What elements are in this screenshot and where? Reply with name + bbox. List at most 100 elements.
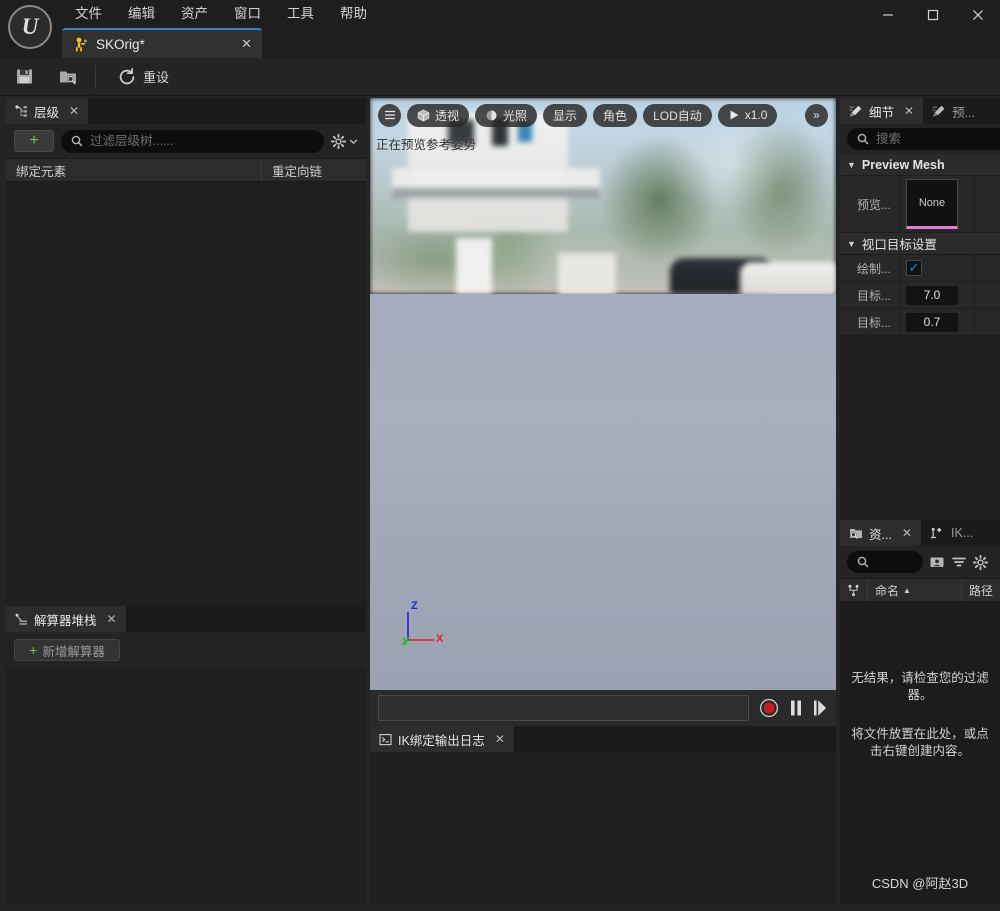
menu-file[interactable]: 文件 [62,1,115,27]
ik-log-tab-row: IK绑定输出日志 ✕ [370,726,836,752]
column-type-icon[interactable] [840,579,867,601]
tab-asset-browser[interactable]: 资... ✕ [840,520,921,546]
column-bind-element[interactable]: 绑定元素 [6,159,261,181]
details-search-row [840,124,1000,154]
asset-search-box[interactable] [847,551,1000,573]
draw-checkbox[interactable]: ✓ [906,260,922,276]
triangle-down-icon: ▼ [847,159,856,170]
step-forward-button[interactable] [813,699,828,717]
menu-tools[interactable]: 工具 [274,1,327,27]
unreal-logo-icon[interactable]: U [8,5,52,49]
reset-refresh-icon [117,67,137,87]
tab-solver-stack[interactable]: 解算器堆栈 ✕ [6,606,126,632]
menu-help[interactable]: 帮助 [327,1,380,27]
details-search-input[interactable] [876,132,1000,146]
viewport-show-button[interactable]: 显示 [543,103,588,127]
asset-browser-empty-state[interactable]: 无结果，请检查您的过滤器。 将文件放置在此处，或点击右键创建内容。 CSDN @… [840,602,1000,904]
menu-assets[interactable]: 资产 [168,1,221,27]
viewport-lod-button[interactable]: LOD自动 [643,103,712,127]
viewport-overflow-button[interactable]: » [805,103,828,127]
tab-ik-retargeter[interactable]: IK... [921,520,982,546]
skeleton-pawn-icon [74,37,88,52]
hierarchy-column-header: 绑定元素 重定向链 [6,158,366,182]
lighting-icon [485,109,498,122]
tab-preview[interactable]: 预... [923,98,984,124]
empty-no-results-text: 无结果，请检查您的过滤器。 [851,671,989,702]
reset-button[interactable]: 重设 [108,61,178,93]
viewport-playrate-button[interactable]: x1.0 [717,103,778,127]
preview-pencil-icon [932,105,946,118]
solver-list-area[interactable] [6,667,366,903]
tab-ik-output-log-close[interactable]: ✕ [495,732,505,746]
preview-mesh-thumbnail[interactable]: None [906,179,958,229]
section-header-viewport-target[interactable]: ▼ 视口目标设置 [840,233,1000,255]
menu-window[interactable]: 窗口 [221,1,274,27]
main-toolbar: 重设 [0,58,1000,96]
plus-icon: + [29,642,38,658]
tab-hierarchy[interactable]: 层级 ✕ [6,98,89,124]
hierarchy-tree-area[interactable] [6,182,366,614]
column-name[interactable]: 命名 ▲ [867,579,961,601]
target-size-input[interactable]: 7.0 [906,285,958,305]
add-element-button[interactable]: + [14,130,54,152]
minimize-button[interactable] [865,0,910,30]
tab-details[interactable]: 细节 ✕ [840,98,924,124]
add-solver-button[interactable]: + 新增解算器 [14,639,120,661]
column-name-label: 命名 [875,583,900,598]
hierarchy-search-input[interactable] [90,134,314,148]
property-value[interactable]: ✓ [900,257,974,279]
tab-ik-output-log[interactable]: IK绑定输出日志 ✕ [370,726,514,752]
asset-settings-gear-icon[interactable] [973,554,988,570]
viewport-perspective-label: 透视 [435,108,460,123]
tab-ik-retargeter-label: IK... [950,526,974,540]
document-tab-label: SKOrig* [96,36,145,52]
console-icon [379,733,392,746]
gizmo-z-label: Z [411,600,418,612]
property-value[interactable]: 0.7 [900,310,974,335]
viewport-menu-button[interactable] [378,103,401,127]
pause-button[interactable] [789,699,803,717]
viewport-axis-gizmo: Z X Y [398,600,446,648]
property-row-draw: 绘制... ✓ [840,255,1000,282]
filter-icon[interactable] [951,555,967,569]
document-tab-skorig[interactable]: SKOrig* ✕ [62,28,262,58]
asset-browser-tab-row: 资... ✕ IK... [840,520,1000,546]
add-bone-icon [930,527,945,540]
property-row-preview-mesh: 预览... None [840,176,1000,233]
section-header-preview-mesh[interactable]: ▼ Preview Mesh [840,154,1000,176]
save-button[interactable] [6,61,43,93]
hierarchy-toolbar: + [6,124,366,158]
close-button[interactable] [955,0,1000,30]
ik-log-output-area[interactable] [370,752,836,904]
hierarchy-settings-button[interactable] [331,133,358,149]
maximize-button[interactable] [910,0,955,30]
menu-edit[interactable]: 编辑 [115,1,168,27]
viewport-lighting-button[interactable]: 光照 [475,103,538,127]
property-row-end [974,309,1000,335]
document-tab-close[interactable]: ✕ [201,36,252,52]
viewport-perspective-button[interactable]: 透视 [407,103,470,127]
property-value[interactable]: 7.0 [900,283,974,308]
record-button[interactable] [759,698,779,718]
property-row-target-thickness: 目标... 0.7 [840,309,1000,336]
property-value[interactable]: None [900,176,974,232]
viewport-panel[interactable]: 透视 光照 显示 角色 LOD自动 x1.0 » 正在预览参考姿势 Z X Y [370,98,836,690]
pause-icon [789,699,803,717]
target-thickness-input[interactable]: 0.7 [906,312,958,332]
viewport-character-button[interactable]: 角色 [593,103,638,127]
tab-solver-stack-label: 解算器堆栈 [34,613,97,628]
tab-solver-stack-close[interactable]: ✕ [107,612,117,626]
tab-hierarchy-close[interactable]: ✕ [69,104,79,118]
hierarchy-search-box[interactable] [61,129,324,153]
details-search-box[interactable] [847,128,1000,150]
viewport-character-label: 角色 [603,108,628,123]
asset-view-options-icon[interactable] [929,555,945,569]
column-path[interactable]: 路径 [960,579,1000,601]
browse-asset-button[interactable] [49,61,87,93]
column-retarget-chain[interactable]: 重定向链 [261,159,366,181]
tab-details-close[interactable]: ✕ [904,104,914,118]
tab-hierarchy-label: 层级 [34,105,60,120]
timeline-scrub-field[interactable] [378,695,749,721]
tab-asset-browser-close[interactable]: ✕ [902,526,912,540]
details-panel: 细节 ✕ 预... 搜索 ▼ Preview Mesh 预览... None ▼… [840,98,1000,536]
